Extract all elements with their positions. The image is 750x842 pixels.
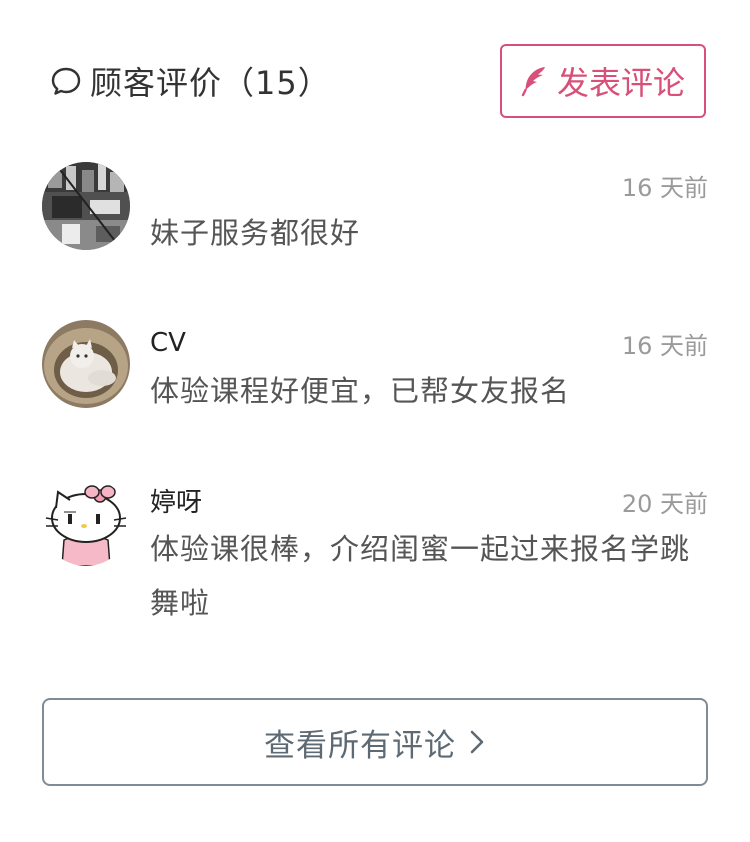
review-time: 16 天前 [621, 332, 708, 360]
review-content: 体验课很棒，介绍闺蜜一起过来报名学跳舞啦 [150, 532, 691, 620]
reviewer-name: CV [150, 328, 186, 358]
photo-avatar[interactable] [42, 162, 130, 250]
post-review-label: 发表评论 [556, 64, 685, 102]
reviews-title: 顾客评价（15） [50, 58, 331, 104]
review-content: 体验课程好便宜，已帮女友报名 [150, 374, 571, 408]
feather-icon [521, 65, 549, 97]
view-all-reviews-button[interactable]: 查看所有评论 [42, 698, 708, 786]
reviews-header: 顾客评价（15） 发表评论 [0, 0, 750, 160]
chevron-right-icon [468, 728, 486, 756]
comment-icon [50, 65, 82, 97]
view-all-label: 查看所有评论 [264, 727, 456, 764]
hello-kitty-avatar[interactable] [42, 478, 130, 566]
post-review-button[interactable]: 发表评论 [500, 44, 706, 118]
review-item: CV 16 天前 体验课程好便宜，已帮女友报名 [0, 318, 750, 468]
review-content: 妹子服务都很好 [150, 216, 361, 250]
review-item: 16 天前 妹子服务都很好 [0, 160, 750, 310]
review-time: 20 天前 [621, 490, 708, 518]
reviewer-name: 婷呀 [150, 488, 203, 518]
review-item: 婷呀 20 天前 体验课很棒，介绍闺蜜一起过来报名学跳舞啦 [0, 476, 750, 636]
reviews-title-text: 顾客评价（15） [90, 64, 331, 102]
review-time: 16 天前 [621, 174, 708, 202]
cat-avatar[interactable] [42, 320, 130, 408]
